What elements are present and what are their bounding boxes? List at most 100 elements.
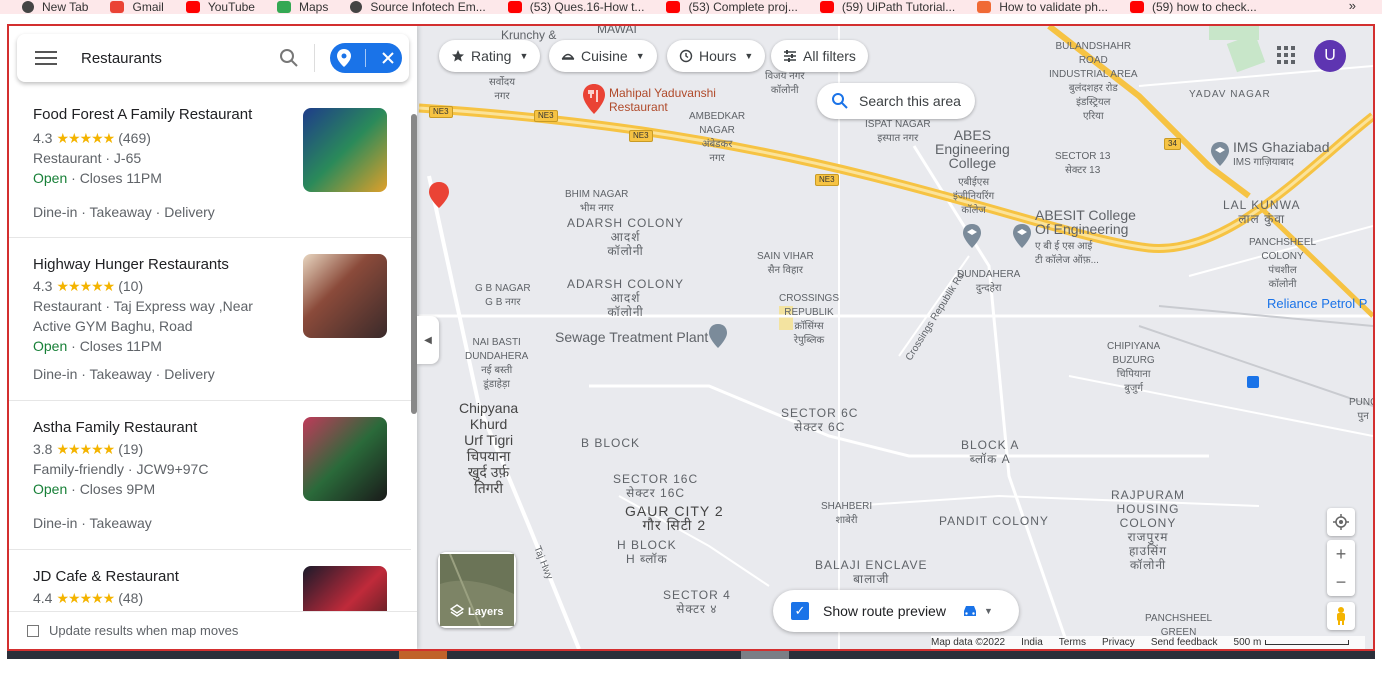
map-label-bhim: BHIM NAGAR भीम नगर [565,189,629,214]
send-feedback-link[interactable]: Send feedback [1151,637,1218,648]
terms-link[interactable]: Terms [1059,637,1086,648]
bookmark-gmail[interactable]: Gmail [110,0,164,14]
my-location-button[interactable] [1327,508,1355,536]
result-photo[interactable] [303,254,387,338]
filter-rating-button[interactable]: Rating ▼ [439,40,541,72]
map-label-abes: ABES Engineering College [935,127,1010,171]
layers-button[interactable]: Layers [438,552,516,628]
result-name[interactable]: Food Forest A Family Restaurant [33,106,252,123]
divider [365,49,367,67]
result-photo[interactable] [303,108,387,192]
map-label-dundahera: DUNDAHERA दुन्दहेरा [957,269,1021,294]
search-icon[interactable] [279,48,299,68]
map-label-panchsheel: PANCHSHEEL COLONY पंचशील कॉलोनी [1249,237,1317,290]
map-label-chipyana: Chipyana Khurd Urf Tigri चिपयाना खुर्द उ… [459,400,519,496]
star-rating-icon: ★★★★★ [56,130,115,146]
bookmark-validate[interactable]: How to validate ph... [977,0,1108,14]
bookmark-complete-proj[interactable]: (53) Complete proj... [666,0,798,14]
results-scrollbar[interactable] [411,114,417,414]
star-rating-icon: ★★★★★ [56,441,115,457]
school-pin-icon[interactable] [1013,224,1031,253]
map-label-punc: PUNC पुन [1349,397,1375,422]
bookmarks-overflow-button[interactable]: » [1349,0,1356,13]
youtube-icon [507,1,522,13]
menu-icon[interactable] [35,51,57,65]
results-panel: Food Forest A Family Restaurant 4.3★★★★★… [9,26,417,649]
scale-bar-label[interactable]: 500 m [1234,637,1262,648]
transit-stop-icon[interactable] [1247,376,1259,388]
zoom-in-button[interactable]: + [1327,540,1355,568]
result-rating: 4.4 ★★★★★ (48) [33,590,144,606]
globe-icon [350,1,363,13]
highway-34-shield: 34 [1164,138,1181,150]
highway-ne3-shield: NE3 [429,106,453,118]
all-filters-button[interactable]: All filters [771,40,868,72]
school-pin-icon[interactable] [1211,142,1229,171]
highway-ne3-shield: NE3 [815,174,839,186]
apps-grid-icon[interactable] [1277,46,1295,69]
restaurant-pin-icon[interactable] [429,182,449,213]
chevron-left-icon: ◀ [424,334,432,346]
map-label-ambedkar: AMBEDKAR NAGAR अंबेडकर नगर [689,111,746,164]
location-pin-icon[interactable] [337,49,352,67]
star-icon [452,50,464,62]
bookmark-youtube[interactable]: YouTube [185,0,255,14]
map-label-abesit-hi: ए बी ई एस आई टी कॉलेज ऑफ़... [1035,241,1099,266]
map-label-block-a: BLOCK A ब्लॉक A [961,438,1020,466]
map-label-bulandshahr: BULANDSHAHR ROAD INDUSTRIAL AREA बुलंदशह… [1049,41,1138,122]
zoom-out-button[interactable]: − [1327,568,1355,596]
youtube-icon [185,1,200,13]
bookmark-source-infotech[interactable]: Source Infotech Em... [350,0,486,14]
landmark-pin-icon[interactable] [709,324,727,353]
map-label-abes-hi: एबीईएस इंजीनियरिंग कॉलेज [953,177,995,216]
highway-ne3-shield: NE3 [534,110,558,122]
filter-cuisine-button[interactable]: Cuisine ▼ [549,40,657,72]
result-name[interactable]: JD Cafe & Restaurant [33,568,179,585]
map-label-ispat: ISPAT NAGAR इस्पात नगर [865,119,931,144]
result-name[interactable]: Highway Hunger Restaurants [33,256,229,273]
result-card[interactable]: Highway Hunger Restaurants 4.3 ★★★★★ (10) … [9,238,411,401]
search-this-area-button[interactable]: Search this area [817,83,975,119]
result-rating: 4.3 ★★★★★ (10) [33,278,144,294]
directions-clear-group [330,43,402,73]
update-results-checkbox[interactable] [27,624,39,637]
map-label-balaji: BALAJI ENCLAVE बालाजी [815,558,928,586]
school-pin-icon[interactable] [963,224,981,253]
result-card[interactable]: Food Forest A Family Restaurant 4.3 ★★★★★… [9,96,411,238]
result-card[interactable]: JD Cafe & Restaurant 4.4 ★★★★★ (48) [9,550,411,611]
privacy-link[interactable]: Privacy [1102,637,1135,648]
search-input[interactable] [81,49,271,67]
caret-down-icon[interactable]: ▼ [984,606,993,616]
results-footer: Update results when map moves [9,611,417,649]
bookmark-ques16[interactable]: (53) Ques.16-How t... [507,0,644,14]
route-preview-checkbox[interactable]: ✓ [791,602,809,620]
close-icon[interactable] [381,51,395,65]
attribution-country[interactable]: India [1021,637,1043,648]
map-label-ims-hi: IMS गाज़ियाबाद [1233,157,1294,168]
star-rating-icon: ★★★★★ [56,590,115,606]
zoom-controls: + − [1327,540,1355,596]
route-preview-toggle[interactable]: ✓ Show route preview ▼ [773,590,1019,632]
restaurant-pin-icon[interactable] [583,84,605,119]
map-label-b-block: B BLOCK [581,436,641,450]
bookmark-maps[interactable]: Maps [276,0,328,14]
result-rating: 3.8 ★★★★★ (19) [33,441,144,457]
account-avatar[interactable]: U [1314,40,1346,72]
result-services: Dine-in · Takeaway [33,515,152,531]
result-name[interactable]: Astha Family Restaurant [33,419,197,436]
result-card[interactable]: Astha Family Restaurant 3.8 ★★★★★ (19) Fam… [9,401,411,550]
collapse-panel-button[interactable]: ◀ [417,316,439,364]
caret-down-icon: ▼ [635,51,645,61]
bookmark-uipath[interactable]: (59) UiPath Tutorial... [819,0,955,14]
car-icon [963,606,976,616]
filter-hours-button[interactable]: Hours ▼ [667,40,766,72]
update-results-label[interactable]: Update results when map moves [49,623,238,638]
street-view-pegman[interactable] [1327,602,1355,630]
map-label-sector-4: SECTOR 4 सेक्टर ४ [663,588,731,616]
map-label-reliance[interactable]: Reliance Petrol P [1267,297,1367,311]
result-photo[interactable] [303,417,387,501]
map-label-shahberi: SHAHBERI शाबेरी [821,501,873,526]
bookmark-how-to-check[interactable]: (59) how to check... [1129,0,1257,14]
bookmark-new-tab[interactable]: New Tab [22,0,88,14]
result-photo[interactable] [303,566,387,611]
